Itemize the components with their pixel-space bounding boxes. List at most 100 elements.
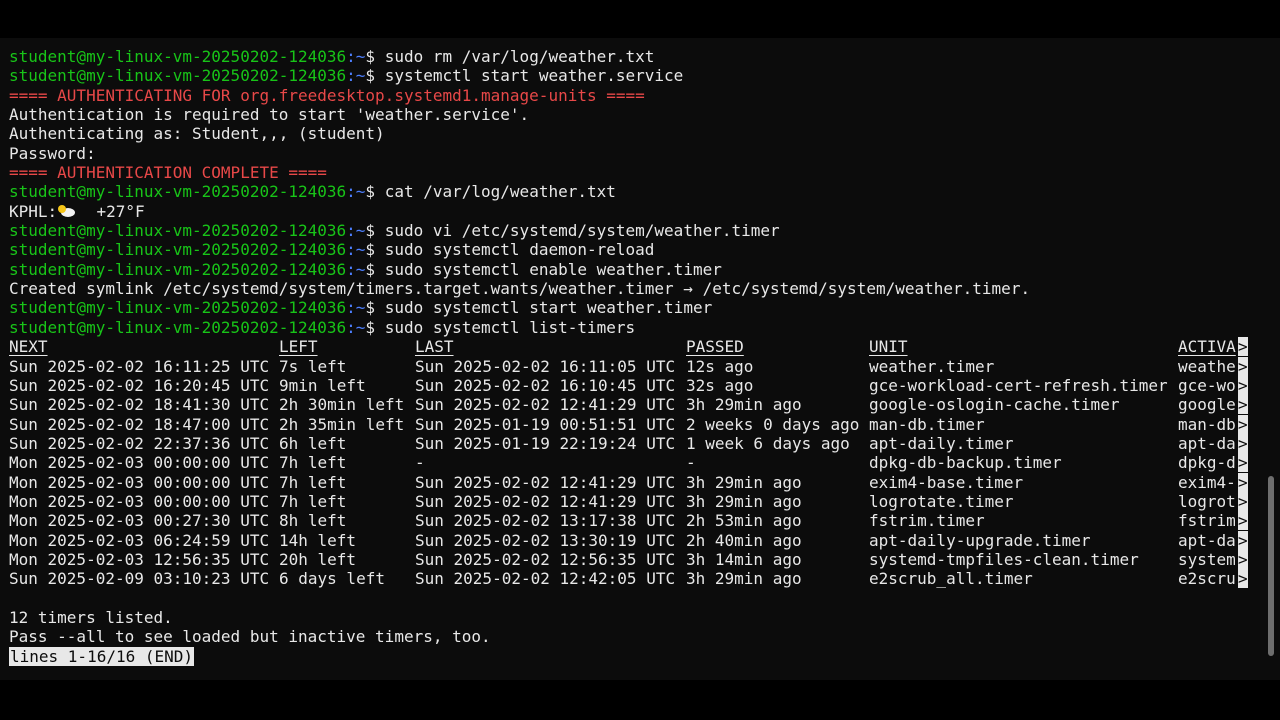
col-activates-cell: apt-da xyxy=(1178,530,1236,550)
prompt-symbol: $ xyxy=(365,240,376,260)
command-text: sudo systemctl start weather.timer xyxy=(375,298,713,318)
table-row: Sun 2025-02-09 03:10:23 UTC 6 days left Su… xyxy=(9,569,1259,589)
col-passed-cell: 3h 29min ago xyxy=(686,491,802,511)
truncation-marker: > xyxy=(1238,549,1248,569)
table-row: Sun 2025-02-02 16:11:25 UTC 7s left Sun 20… xyxy=(9,356,1259,376)
command-text: systemctl start weather.service xyxy=(375,66,684,86)
truncation-marker: > xyxy=(1238,356,1248,376)
output-text: Authenticating as: Student,,, (student) xyxy=(9,124,385,144)
prompt-symbol: $ xyxy=(365,221,376,241)
col-passed-cell: 32s ago xyxy=(686,375,754,395)
pager-status[interactable]: lines 1-16/16 (END) xyxy=(9,646,195,666)
terminal-line: student@my-linux-vm-20250202-124036:~$ s… xyxy=(9,47,1259,66)
col-unit-cell: apt-daily-upgrade.timer xyxy=(869,530,1091,550)
terminal-line: ==== AUTHENTICATING FOR org.freedesktop.… xyxy=(9,86,1259,105)
terminal-window[interactable]: student@my-linux-vm-20250202-124036:~$ s… xyxy=(0,38,1280,680)
truncation-marker: > xyxy=(1238,472,1248,492)
truncation-marker: > xyxy=(1238,569,1248,589)
timers-hint-text: Pass --all to see loaded but inactive ti… xyxy=(9,627,491,647)
prompt-user-host: student@my-linux-vm-20250202-124036 xyxy=(9,66,347,86)
col-unit-cell: systemd-tmpfiles-clean.timer xyxy=(869,549,1139,569)
auth-message: ==== AUTHENTICATING FOR org.freedesktop.… xyxy=(9,85,645,105)
prompt-path: :~ xyxy=(346,66,366,86)
col-next-cell: Sun 2025-02-02 18:47:00 UTC xyxy=(9,414,270,434)
truncation-marker: > xyxy=(1238,433,1248,453)
col-passed-cell: 3h 29min ago xyxy=(686,472,802,492)
terminal-line: student@my-linux-vm-20250202-124036:~$ s… xyxy=(9,221,1259,240)
col-activates-cell: exim4- xyxy=(1178,472,1236,492)
terminal-line: KPHL: +27°F xyxy=(9,202,1259,221)
col-activates-cell: logrot xyxy=(1178,491,1236,511)
col-left-cell: 2h 30min left xyxy=(279,395,405,415)
scrollbar-thumb[interactable] xyxy=(1268,476,1274,656)
table-row: Mon 2025-02-03 00:00:00 UTC 7h left Sun 20… xyxy=(9,491,1259,511)
timers-header-row: NEXT LEFT LAST PASSED UNIT ACTIVA > xyxy=(9,337,1259,357)
col-unit-cell: weather.timer xyxy=(869,356,995,376)
col-unit-header: UNIT xyxy=(869,337,908,357)
col-last-cell: - xyxy=(415,453,425,473)
col-next-cell: Sun 2025-02-02 18:41:30 UTC xyxy=(9,395,270,415)
table-row: Mon 2025-02-03 12:56:35 UTC 20h left Sun 2… xyxy=(9,549,1259,569)
col-last-cell: Sun 2025-01-19 00:51:51 UTC xyxy=(415,414,676,434)
col-left-cell: 14h left xyxy=(279,530,357,550)
terminal-line: ==== AUTHENTICATION COMPLETE ==== xyxy=(9,163,1259,182)
truncation-marker: > xyxy=(1238,530,1248,550)
prompt-path: :~ xyxy=(346,298,366,318)
table-row: Mon 2025-02-03 00:00:00 UTC 7h left - - dpkg… xyxy=(9,453,1259,473)
col-last-header: LAST xyxy=(415,337,454,357)
col-left-cell: 6 days left xyxy=(279,569,385,589)
col-next-cell: Mon 2025-02-03 12:56:35 UTC xyxy=(9,549,270,569)
prompt-symbol: $ xyxy=(365,66,376,86)
col-left-cell: 9min left xyxy=(279,375,366,395)
col-activates-cell: apt-da xyxy=(1178,433,1236,453)
col-left-cell: 2h 35min left xyxy=(279,414,405,434)
prompt-symbol: $ xyxy=(365,47,376,66)
table-row: Sun 2025-02-02 18:41:30 UTC 2h 30min left… xyxy=(9,395,1259,415)
prompt-user-host: student@my-linux-vm-20250202-124036 xyxy=(9,240,347,260)
col-passed-cell: 2h 40min ago xyxy=(686,530,802,550)
prompt-symbol: $ xyxy=(365,317,376,337)
truncation-marker: > xyxy=(1238,491,1248,511)
terminal-line: student@my-linux-vm-20250202-124036:~$ c… xyxy=(9,182,1259,201)
col-next-cell: Mon 2025-02-03 00:27:30 UTC xyxy=(9,511,270,531)
prompt-path: :~ xyxy=(346,259,366,279)
col-next-cell: Mon 2025-02-03 00:00:00 UTC xyxy=(9,472,270,492)
col-unit-cell: man-db.timer xyxy=(869,414,985,434)
prompt-user-host: student@my-linux-vm-20250202-124036 xyxy=(9,317,347,337)
col-last-cell: Sun 2025-02-02 12:56:35 UTC xyxy=(415,549,676,569)
prompt-path: :~ xyxy=(346,182,366,202)
col-activates-cell: google xyxy=(1178,395,1236,415)
col-activates-cell: gce-wo xyxy=(1178,375,1236,395)
col-activates-cell: fstrim xyxy=(1178,511,1236,531)
col-unit-cell: apt-daily.timer xyxy=(869,433,1014,453)
col-left-cell: 8h left xyxy=(279,511,347,531)
prompt-path: :~ xyxy=(346,317,366,337)
truncation-marker: > xyxy=(1238,337,1248,357)
col-passed-cell: 3h 14min ago xyxy=(686,549,802,569)
col-last-cell: Sun 2025-02-02 12:41:29 UTC xyxy=(415,472,676,492)
weather-temp: +27°F xyxy=(77,201,145,221)
col-unit-cell: google-oslogin-cache.timer xyxy=(869,395,1120,415)
col-unit-cell: fstrim.timer xyxy=(869,511,985,531)
truncation-marker: > xyxy=(1238,511,1248,531)
output-text: Authentication is required to start 'wea… xyxy=(9,105,530,125)
col-last-cell: Sun 2025-01-19 22:19:24 UTC xyxy=(415,433,676,453)
cloud-sun-icon xyxy=(58,204,76,217)
col-unit-cell: exim4-base.timer xyxy=(869,472,1024,492)
col-activates-cell: man-db xyxy=(1178,414,1236,434)
pager-status-line: lines 1-16/16 (END) xyxy=(9,646,1259,666)
col-last-cell: Sun 2025-02-02 16:11:05 UTC xyxy=(415,356,676,376)
terminal-line: student@my-linux-vm-20250202-124036:~$ s… xyxy=(9,240,1259,259)
terminal-line: Authentication is required to start 'wea… xyxy=(9,105,1259,124)
truncation-marker: > xyxy=(1238,453,1248,473)
terminal-line: Password: xyxy=(9,144,1259,163)
col-activates-cell: weathe xyxy=(1178,356,1236,376)
col-unit-cell: dpkg-db-backup.timer xyxy=(869,453,1062,473)
prompt-user-host: student@my-linux-vm-20250202-124036 xyxy=(9,221,347,241)
table-row: Mon 2025-02-03 00:27:30 UTC 8h left Sun 20… xyxy=(9,511,1259,531)
col-next-cell: Mon 2025-02-03 00:00:00 UTC xyxy=(9,491,270,511)
truncation-marker: > xyxy=(1238,375,1248,395)
output-text: Password: xyxy=(9,143,96,163)
terminal-line: Authenticating as: Student,,, (student) xyxy=(9,124,1259,143)
